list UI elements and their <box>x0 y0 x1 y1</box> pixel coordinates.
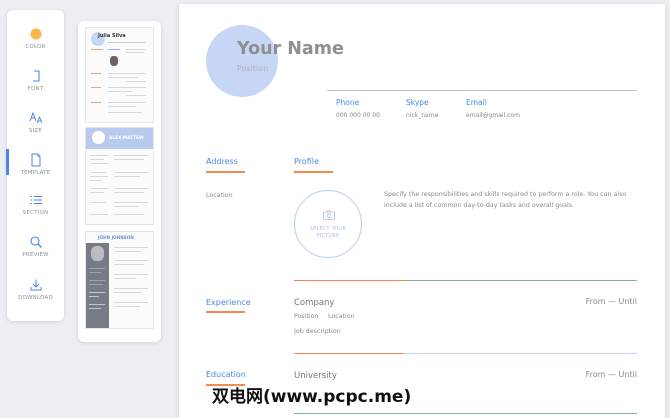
section-address-title[interactable]: Address <box>206 157 238 166</box>
color-dot-icon <box>30 28 41 40</box>
thumb-title: ALEX MATTEW <box>109 136 144 141</box>
thumb-photo <box>110 56 118 66</box>
resume-page: Your Name Position Phone 000 000 00 00 S… <box>179 4 665 418</box>
camera-icon <box>323 210 335 220</box>
education-dates[interactable]: From — Until <box>586 370 637 379</box>
section-experience-title[interactable]: Experience <box>206 298 251 307</box>
resume-position[interactable]: Position <box>237 64 268 73</box>
tool-download[interactable]: DOWNLOAD <box>7 278 64 312</box>
template-thumb-julia[interactable]: Julia Silva <box>86 28 153 122</box>
preview-icon <box>29 236 42 248</box>
section-divider <box>294 413 637 415</box>
tool-font[interactable]: FONT <box>7 69 64 103</box>
avatar[interactable] <box>206 25 278 97</box>
profile-underline <box>294 171 333 173</box>
tool-font-label: FONT <box>27 86 44 92</box>
template-list: Julia Silva ALEX MATTEW JOHN JOHNSON <box>78 21 161 342</box>
tool-template[interactable]: TEMPLATE <box>6 149 64 187</box>
section-divider <box>294 353 637 355</box>
experience-dates[interactable]: From — Until <box>586 297 637 306</box>
experience-position[interactable]: Position <box>294 313 319 320</box>
contact-skype-value[interactable]: nick_name <box>406 112 438 119</box>
address-underline <box>206 171 245 173</box>
thumb-photo <box>91 246 104 261</box>
download-icon <box>30 279 41 291</box>
experience-company[interactable]: Company <box>294 298 334 308</box>
section-education-title[interactable]: Education <box>206 370 246 379</box>
template-thumb-john[interactable]: JOHN JOHNSON <box>86 232 153 328</box>
select-picture-text: SELECT YOUR PICTURE <box>309 227 347 239</box>
tool-preview-label: PREVIEW <box>22 252 49 258</box>
tool-section-label: SECTION <box>22 210 49 216</box>
address-value[interactable]: Location <box>206 192 233 199</box>
tool-section[interactable]: SECTION <box>7 193 64 227</box>
tool-template-label: TEMPLATE <box>20 170 51 176</box>
section-icon <box>30 196 42 204</box>
experience-underline <box>206 311 245 313</box>
contact-phone-value[interactable]: 000 000 00 00 <box>336 112 380 119</box>
tool-size-label: SIZE <box>28 128 43 134</box>
tool-panel: COLOR FONT SIZE TEMPLATE SECTION PREVIEW… <box>6 10 64 321</box>
tool-size[interactable]: SIZE <box>7 111 64 145</box>
watermark: 双电网(www.pcpc.me) <box>212 387 412 407</box>
template-thumb-alex[interactable]: ALEX MATTEW <box>86 128 153 224</box>
resume-name[interactable]: Your Name <box>237 39 344 59</box>
tool-color-label: COLOR <box>25 44 46 50</box>
thumb-title: Julia Silva <box>98 33 126 39</box>
experience-description[interactable]: Job description <box>294 328 341 335</box>
contact-phone-label: Phone <box>336 98 360 107</box>
contact-skype-label: Skype <box>406 98 429 107</box>
thumb-avatar <box>92 131 105 144</box>
education-school[interactable]: University <box>294 371 337 381</box>
profile-description[interactable]: Specify the responsibilities and skills … <box>384 190 638 211</box>
experience-location[interactable]: Location <box>328 313 355 320</box>
select-picture-button[interactable]: SELECT YOUR PICTURE <box>294 190 362 258</box>
section-divider <box>294 280 637 282</box>
section-profile-title[interactable]: Profile <box>294 157 319 166</box>
tool-download-label: DOWNLOAD <box>18 295 53 301</box>
contact-email-value[interactable]: email@gmail.com <box>466 112 520 119</box>
size-icon <box>29 111 42 124</box>
thumb-title: JOHN JOHNSON <box>98 235 134 240</box>
font-icon <box>32 70 40 82</box>
header-rule <box>327 90 637 91</box>
tool-preview[interactable]: PREVIEW <box>7 235 64 269</box>
template-icon <box>31 153 40 167</box>
contact-email-label: Email <box>466 98 487 107</box>
tool-color[interactable]: COLOR <box>7 27 64 61</box>
